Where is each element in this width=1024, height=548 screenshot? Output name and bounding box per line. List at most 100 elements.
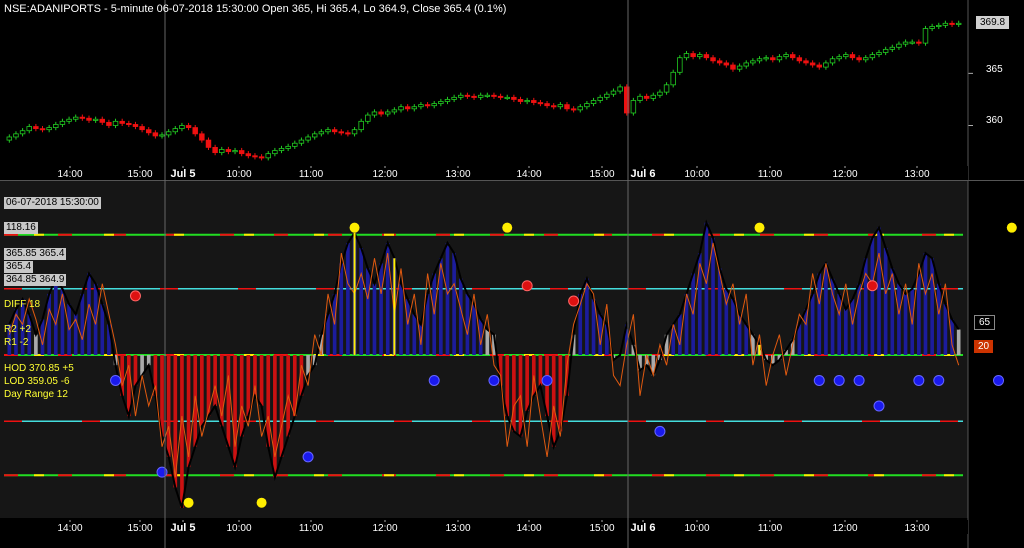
candle-body <box>424 104 431 107</box>
candle-body <box>265 153 271 159</box>
candle-body <box>272 150 278 155</box>
candle-body <box>39 128 46 131</box>
red-marker <box>568 295 580 307</box>
candle-body <box>458 94 464 98</box>
candle-body <box>53 124 59 128</box>
blue-marker <box>833 374 845 386</box>
candle-body <box>617 86 623 92</box>
candle-body <box>697 54 703 58</box>
candle-body <box>942 22 949 26</box>
candle-body <box>365 114 371 122</box>
time-tick-label: 10:00 <box>684 523 709 534</box>
time-tick-label: Jul 6 <box>630 168 655 180</box>
candle-body <box>889 46 896 50</box>
r2-label: R2 +2 <box>4 324 31 335</box>
yellow-marker <box>349 222 360 233</box>
candle-body <box>670 71 676 86</box>
candle-body <box>112 120 119 126</box>
candle-body <box>949 22 955 25</box>
price-pane-background <box>0 0 968 166</box>
candle-body <box>896 43 902 48</box>
candle-body <box>179 125 185 130</box>
lod-label: LOD 359.05 -6 <box>4 376 70 387</box>
time-tick-label: 12:00 <box>372 523 397 534</box>
r1-label: R1 -2 <box>4 337 29 348</box>
price-tick-365: 365 <box>986 64 1003 75</box>
diff-label: DIFF 18 <box>4 299 41 310</box>
candle-body <box>245 153 252 157</box>
candle-body <box>59 120 66 125</box>
candle-body <box>126 123 132 126</box>
candle-body <box>909 41 915 44</box>
candle-body <box>471 95 477 98</box>
candle-body <box>836 56 842 60</box>
blue-marker <box>654 425 666 437</box>
candle-body <box>132 124 139 127</box>
candle-body <box>504 96 510 99</box>
candle-body <box>856 57 862 61</box>
candle-body <box>358 120 364 131</box>
candle-body <box>477 94 484 98</box>
red-marker <box>521 280 533 292</box>
candle-body <box>258 156 265 159</box>
candle-body <box>66 118 72 122</box>
yellow-marker <box>183 497 194 508</box>
candle-body <box>776 56 783 61</box>
candle-body <box>385 111 391 115</box>
time-tick-label: Jul 6 <box>630 522 655 534</box>
candle-body <box>829 58 836 64</box>
candle-body <box>338 131 344 134</box>
candle-body <box>770 57 776 61</box>
blue-marker <box>428 374 440 386</box>
candle-body <box>418 104 424 108</box>
candle-body <box>318 131 325 135</box>
time-tick-label: 12:00 <box>832 169 857 180</box>
candle-body <box>165 131 172 136</box>
candle-body <box>663 84 670 93</box>
candle-body <box>876 52 882 55</box>
candle-body <box>902 41 909 45</box>
candle-body <box>604 93 610 98</box>
yellow-marker <box>1006 222 1017 233</box>
candle-body <box>285 145 291 149</box>
candle-body <box>451 96 457 100</box>
candle-body <box>99 118 105 123</box>
blue-marker <box>993 374 1005 386</box>
candle-body <box>743 62 749 67</box>
time-tick-label: 15:00 <box>589 523 614 534</box>
candle-body <box>46 127 52 131</box>
candle-body <box>690 53 696 58</box>
candle-body <box>570 108 577 111</box>
candle-body <box>517 99 524 102</box>
chart-title: NSE:ADANIPORTS - 5-minute 06-07-2018 15:… <box>4 3 507 15</box>
candle-body <box>803 60 809 64</box>
candle-body <box>192 127 198 135</box>
time-tick-label: 10:00 <box>684 169 709 180</box>
candle-body <box>610 90 617 95</box>
candle-body <box>33 126 39 130</box>
time-tick-label: 13:00 <box>445 169 470 180</box>
candle-body <box>736 65 743 70</box>
candle-body <box>816 64 822 68</box>
candle-body <box>172 128 179 133</box>
candle-body <box>597 96 603 101</box>
candle-body <box>577 106 583 111</box>
candle-body <box>19 130 26 135</box>
candle-body <box>710 57 716 62</box>
candle-body <box>72 116 79 120</box>
candle-body <box>929 26 935 29</box>
candle-body <box>809 62 816 66</box>
candle-body <box>404 106 411 110</box>
yellow-marker <box>754 222 765 233</box>
time-tick-label: 13:00 <box>904 169 929 180</box>
candle-body <box>311 133 318 138</box>
info-line-2: 365.4 <box>4 261 34 273</box>
candle-body <box>511 96 517 100</box>
time-tick-label: 14:00 <box>57 169 82 180</box>
candle-body <box>205 139 212 148</box>
candle-body <box>783 54 789 58</box>
time-tick-label: 12:00 <box>832 523 857 534</box>
candle-body <box>371 111 378 116</box>
candle-body <box>219 149 225 154</box>
blue-marker <box>873 400 885 412</box>
